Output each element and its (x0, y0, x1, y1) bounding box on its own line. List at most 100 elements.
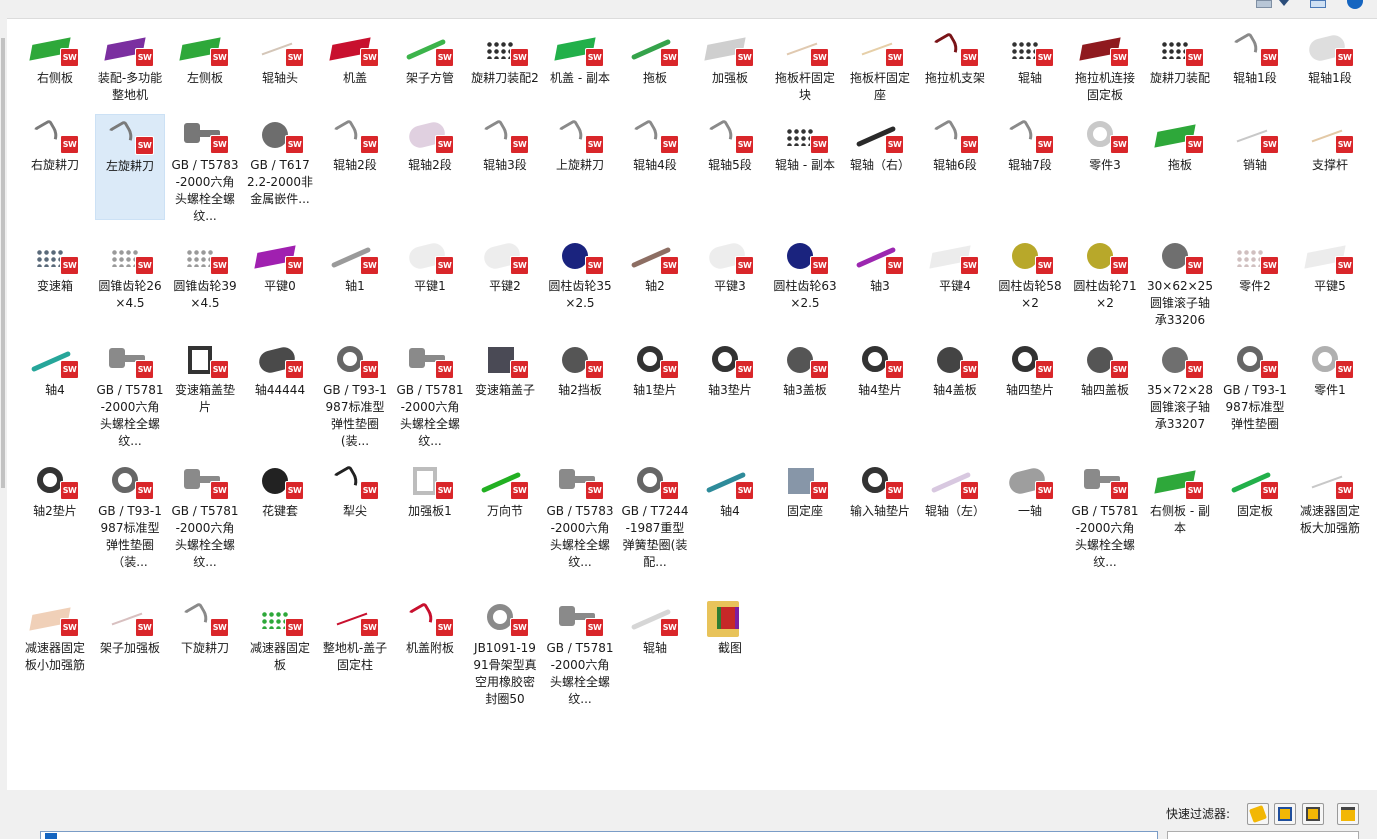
file-type-combo[interactable] (1167, 831, 1359, 839)
file-item[interactable]: SW 轴3 (845, 235, 915, 341)
file-item[interactable]: SW 花键套 (245, 460, 315, 566)
file-item[interactable]: SW 平键0 (245, 235, 315, 341)
file-item[interactable]: SW 平键5 (1295, 235, 1365, 341)
scrollbar-thumb[interactable] (1, 38, 5, 488)
file-item[interactable]: SW 轴4盖板 (920, 339, 990, 445)
file-item[interactable]: SW 整地机-盖子固定柱 (320, 597, 390, 703)
solidworks-badge-icon: SW (735, 360, 754, 379)
file-name-field[interactable] (40, 831, 1158, 839)
file-label: 零件2 (1239, 279, 1271, 293)
file-item[interactable]: SW 辊轴4段 (620, 114, 690, 220)
file-item[interactable]: SW 万向节 (470, 460, 540, 566)
file-item[interactable]: SW 输入轴垫片 (845, 460, 915, 566)
file-item[interactable]: SW GB / T5781-2000六角头螺栓全螺纹... (170, 460, 240, 569)
file-item[interactable]: SW 右侧板 - 副本 (1145, 460, 1215, 566)
file-item[interactable]: SW 变速箱 (20, 235, 90, 341)
file-item[interactable]: SW GB / T5781-2000六角头螺栓全螺纹... (1070, 460, 1140, 569)
file-item[interactable]: 截图 (695, 597, 765, 703)
file-item[interactable]: SW 减速器固定板小加强筋 (20, 597, 90, 703)
file-item[interactable]: SW 轴2 (620, 235, 690, 341)
file-item[interactable]: SW 左旋耕刀 (95, 114, 165, 220)
file-item[interactable]: SW 轴2挡板 (545, 339, 615, 445)
file-item[interactable]: SW GB / T5781-2000六角头螺栓全螺纹... (95, 339, 165, 448)
file-item[interactable]: SW 30×62×25圆锥滚子轴承33206 (1145, 235, 1215, 341)
file-label: 下旋耕刀 (180, 641, 229, 655)
solidworks-badge-icon: SW (810, 48, 829, 67)
solidworks-badge-icon: SW (1185, 256, 1204, 275)
file-item[interactable]: SW 辊轴（左） (920, 460, 990, 566)
file-item[interactable]: SW 辊轴3段 (470, 114, 540, 220)
help-icon[interactable] (1347, 0, 1363, 9)
file-item[interactable]: SW 轴44444 (245, 339, 315, 445)
file-item[interactable]: SW 减速器固定板 (245, 597, 315, 703)
file-item[interactable]: SW 平键4 (920, 235, 990, 341)
file-item[interactable]: SW 平键1 (395, 235, 465, 341)
file-item[interactable]: SW 轴4 (695, 460, 765, 566)
file-item[interactable]: SW 加强板1 (395, 460, 465, 566)
file-item[interactable]: SW 平键3 (695, 235, 765, 341)
file-item[interactable]: SW JB1091-1991骨架型真空用橡胶密封圈50 (470, 597, 540, 706)
file-item[interactable]: SW 拖板 (1145, 114, 1215, 220)
file-item[interactable]: SW 辊轴7段 (995, 114, 1065, 220)
file-item[interactable]: SW GB / T93-1987标准型弹性垫圈（装... (95, 460, 165, 569)
file-item[interactable]: SW 圆柱齿轮58×2 (995, 235, 1065, 341)
file-item[interactable]: SW 轴3垫片 (695, 339, 765, 445)
file-item[interactable]: SW 圆柱齿轮71×2 (1070, 235, 1140, 341)
file-item[interactable]: SW 零件2 (1220, 235, 1290, 341)
file-item[interactable]: SW 轴四盖板 (1070, 339, 1140, 445)
file-item[interactable]: SW 减速器固定板大加强筋 (1295, 460, 1365, 566)
file-item[interactable]: SW 辊轴6段 (920, 114, 990, 220)
file-item[interactable]: SW 轴1垫片 (620, 339, 690, 445)
file-item[interactable]: SW 右旋耕刀 (20, 114, 90, 220)
file-item[interactable]: SW 轴4垫片 (845, 339, 915, 445)
vertical-scrollbar[interactable] (0, 18, 7, 790)
file-item[interactable]: SW 圆锥齿轮26×4.5 (95, 235, 165, 341)
file-item[interactable]: SW GB / T6172.2-2000非金属嵌件... (245, 114, 315, 220)
file-item[interactable]: SW 轴2垫片 (20, 460, 90, 566)
filter-parts-button[interactable] (1247, 803, 1269, 825)
file-item[interactable]: SW 变速箱盖子 (470, 339, 540, 445)
solidworks-badge-icon: SW (1335, 256, 1354, 275)
file-item[interactable]: SW 下旋耕刀 (170, 597, 240, 703)
file-item[interactable]: SW 辊轴 - 副本 (770, 114, 840, 220)
file-item[interactable]: SW GB / T5781-2000六角头螺栓全螺纹... (545, 597, 615, 706)
file-item[interactable]: SW GB / T7244-1987重型弹簧垫圈(装配... (620, 460, 690, 569)
file-item[interactable]: SW 犁尖 (320, 460, 390, 566)
file-item[interactable]: SW 轴四垫片 (995, 339, 1065, 445)
file-item[interactable]: SW GB / T93-1987标准型弹性垫圈 (1220, 339, 1290, 445)
file-item[interactable]: SW 机盖附板 (395, 597, 465, 703)
file-item[interactable]: SW 销轴 (1220, 114, 1290, 220)
file-item[interactable]: SW 固定座 (770, 460, 840, 566)
file-item[interactable]: SW 辊轴（右） (845, 114, 915, 220)
file-item[interactable]: SW 轴1 (320, 235, 390, 341)
file-item[interactable]: SW 35×72×28圆锥滚子轴承33207 (1145, 339, 1215, 445)
file-item[interactable]: SW 辊轴5段 (695, 114, 765, 220)
file-item[interactable]: SW 轴4 (20, 339, 90, 445)
file-item[interactable]: SW 零件1 (1295, 339, 1365, 445)
file-item[interactable]: SW 固定板 (1220, 460, 1290, 566)
file-item[interactable]: SW 圆柱齿轮35×2.5 (545, 235, 615, 341)
file-item[interactable]: SW 平键2 (470, 235, 540, 341)
file-item[interactable]: SW 辊轴2段 (395, 114, 465, 220)
file-item[interactable]: SW 上旋耕刀 (545, 114, 615, 220)
file-item[interactable]: SW 辊轴2段 (320, 114, 390, 220)
file-item[interactable]: SW 辊轴 (620, 597, 690, 703)
file-item[interactable]: SW GB / T93-1987标准型弹性垫圈(装... (320, 339, 390, 448)
file-item[interactable]: SW GB / T5781-2000六角头螺栓全螺纹... (395, 339, 465, 448)
view-mode-icon[interactable] (1256, 0, 1272, 8)
file-item[interactable]: SW 支撑杆 (1295, 114, 1365, 220)
file-item[interactable]: SW GB / T5783-2000六角头螺栓全螺纹... (545, 460, 615, 569)
file-item[interactable]: SW 变速箱盖垫片 (170, 339, 240, 445)
file-item[interactable]: SW 架子加强板 (95, 597, 165, 703)
file-item[interactable]: SW 圆柱齿轮63×2.5 (770, 235, 840, 341)
filter-open-docs-button[interactable] (1337, 803, 1359, 825)
file-item[interactable]: SW 零件3 (1070, 114, 1140, 220)
file-item[interactable]: SW 一轴 (995, 460, 1065, 566)
file-item[interactable]: SW GB / T5783-2000六角头螺栓全螺纹... (170, 114, 240, 223)
filter-assemblies-button[interactable] (1274, 803, 1296, 825)
chevron-down-icon[interactable] (1279, 0, 1289, 6)
file-item[interactable]: SW 圆锥齿轮39×4.5 (170, 235, 240, 341)
preview-pane-icon[interactable] (1310, 0, 1326, 8)
filter-drawings-button[interactable] (1302, 803, 1324, 825)
file-item[interactable]: SW 轴3盖板 (770, 339, 840, 445)
